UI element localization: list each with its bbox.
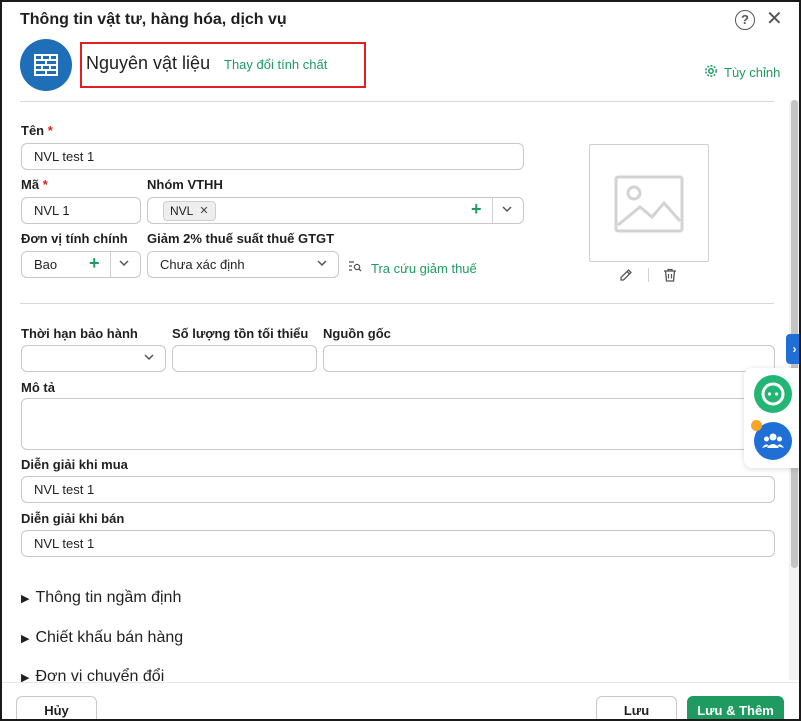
ma-input[interactable]: NVL 1 <box>21 197 141 224</box>
expand-triangle-icon: ▶ <box>21 632 30 645</box>
section-default-info[interactable]: ▶ Thông tin ngầm định <box>21 589 181 607</box>
ma-label: Mã * <box>21 177 48 192</box>
item-info-dialog: Thông tin vật tư, hàng hóa, dịch vụ ? ✕ … <box>0 0 801 721</box>
edit-image-icon[interactable] <box>618 267 634 288</box>
chevron-down-icon[interactable] <box>143 351 155 366</box>
section-divider <box>20 303 774 304</box>
nguon-goc-input[interactable] <box>323 345 775 372</box>
gear-icon <box>704 64 718 81</box>
dien-giai-mua-input[interactable]: NVL test 1 <box>21 476 775 503</box>
change-type-link[interactable]: Thay đổi tính chất <box>224 57 327 72</box>
chevron-down-icon[interactable] <box>316 257 328 272</box>
chevron-down-icon[interactable] <box>118 257 130 272</box>
item-type-name: Nguyên vật liệu <box>86 53 211 73</box>
mo-ta-label: Mô tả <box>21 380 55 395</box>
image-placeholder-icon <box>614 175 684 233</box>
trash-icon[interactable] <box>662 267 678 288</box>
dien-giai-mua-value: NVL test 1 <box>34 482 95 497</box>
thoi-han-select[interactable] <box>21 345 166 372</box>
nhom-vthh-select[interactable]: NVL ✕ + <box>147 197 524 224</box>
tag-remove-icon[interactable]: ✕ <box>199 204 208 217</box>
thoi-han-label: Thời hạn bảo hành <box>21 326 138 341</box>
mo-ta-textarea[interactable] <box>21 398 775 450</box>
don-vi-value: Bao <box>34 257 58 272</box>
dialog-title: Thông tin vật tư, hàng hóa, dịch vụ <box>20 11 287 28</box>
nhom-vthh-label: Nhóm VTHH <box>147 177 223 192</box>
search-list-icon <box>348 259 362 277</box>
nguon-goc-label: Nguồn gốc <box>323 326 391 341</box>
dien-giai-ban-input[interactable]: NVL test 1 <box>21 530 775 557</box>
nhom-vthh-tag: NVL ✕ <box>163 200 216 221</box>
section-label: Chiết khấu bán hàng <box>35 629 184 646</box>
chatbot-icon[interactable] <box>754 375 792 413</box>
header-divider <box>20 101 774 102</box>
section-label: Thông tin ngầm định <box>35 589 182 606</box>
dien-giai-ban-value: NVL test 1 <box>34 536 95 551</box>
ten-label: Tên * <box>21 123 53 138</box>
select-separator <box>492 198 493 223</box>
ten-value: NVL test 1 <box>34 149 95 164</box>
customize-button[interactable]: Tùy chỉnh <box>704 64 780 81</box>
ma-value: NVL 1 <box>34 203 70 218</box>
giam-thue-select[interactable]: Chưa xác định <box>147 251 339 278</box>
so-luong-label: Số lượng tồn tối thiểu <box>172 326 309 341</box>
save-button[interactable]: Lưu <box>596 696 677 719</box>
chevron-down-icon[interactable] <box>501 203 513 218</box>
don-vi-select[interactable]: Bao + <box>21 251 141 278</box>
section-sales-discount[interactable]: ▶ Chiết khấu bán hàng <box>21 629 183 647</box>
side-panel-toggle[interactable]: › <box>786 334 799 364</box>
select-separator <box>110 252 111 277</box>
tax-lookup-label: Tra cứu giảm thuế <box>371 260 477 276</box>
dien-giai-ban-label: Diễn giải khi bán <box>21 511 125 526</box>
don-vi-label: Đơn vị tính chính <box>21 231 128 246</box>
save-and-add-button[interactable]: Lưu & Thêm <box>687 696 784 719</box>
dien-giai-mua-label: Diễn giải khi mua <box>21 457 128 472</box>
nhom-vthh-tag-label: NVL <box>170 203 194 218</box>
brick-wall-icon <box>20 39 72 91</box>
add-group-icon[interactable]: + <box>471 199 482 220</box>
image-action-separator <box>648 268 649 282</box>
notification-dot <box>751 420 762 431</box>
tax-lookup-link[interactable]: Tra cứu giảm thuế <box>348 259 477 277</box>
cancel-button[interactable]: Hủy <box>16 696 97 719</box>
so-luong-input[interactable] <box>172 345 317 372</box>
customize-label: Tùy chỉnh <box>724 65 781 80</box>
add-unit-icon[interactable]: + <box>89 253 100 274</box>
giam-thue-label: Giảm 2% thuế suất thuế GTGT <box>147 231 335 246</box>
ten-input[interactable]: NVL test 1 <box>21 143 524 170</box>
dialog-footer: Hủy Lưu Lưu & Thêm <box>2 682 799 719</box>
expand-triangle-icon: ▶ <box>21 592 30 605</box>
image-upload-box[interactable] <box>589 144 709 262</box>
close-icon[interactable]: ✕ <box>766 7 783 31</box>
help-icon[interactable]: ? <box>735 10 755 30</box>
giam-thue-value: Chưa xác định <box>160 257 245 272</box>
